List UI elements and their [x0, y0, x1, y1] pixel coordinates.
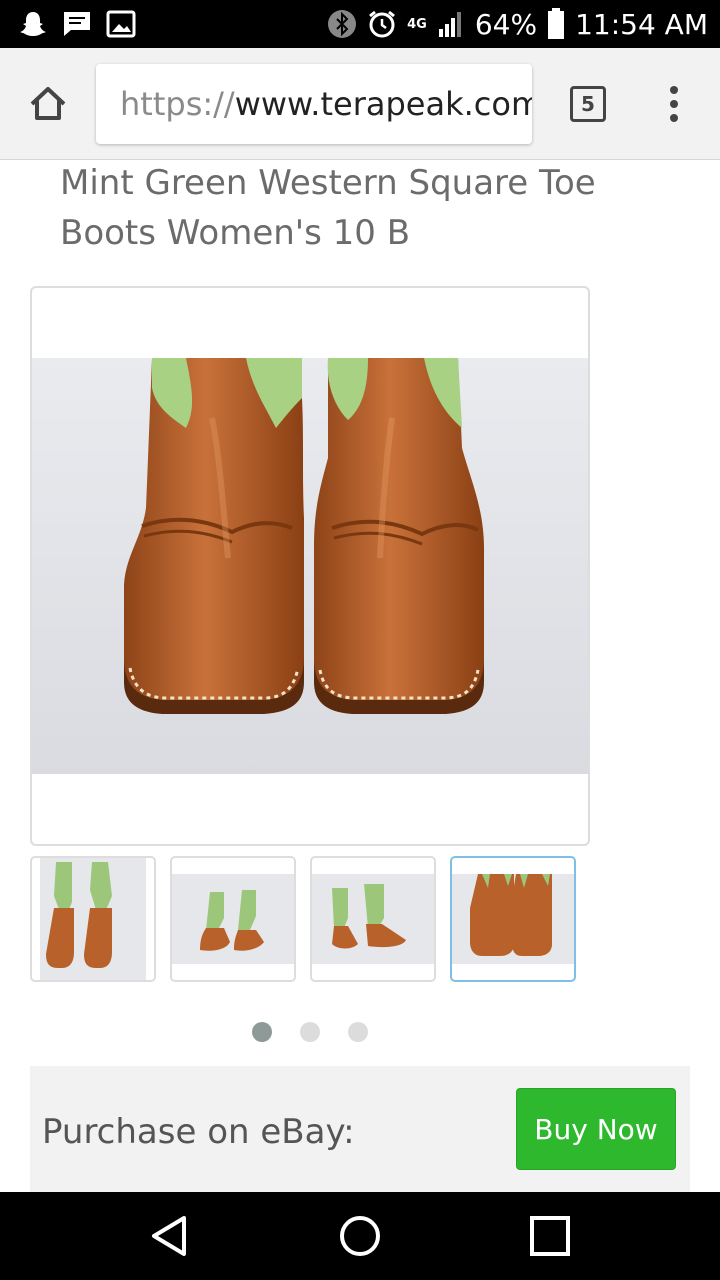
url-scheme: https:// [120, 85, 235, 123]
boots-photo [32, 358, 588, 774]
thumbnail-3[interactable] [310, 856, 436, 982]
message-icon [62, 9, 92, 39]
home-nav-icon[interactable] [336, 1212, 384, 1260]
buy-now-button[interactable]: Buy Now [516, 1088, 676, 1170]
pager-dot[interactable] [300, 1022, 320, 1042]
status-bar: 4G 64% 11:54 AM [0, 0, 720, 48]
alarm-icon [367, 9, 397, 39]
recents-icon[interactable] [526, 1212, 574, 1260]
tab-switcher-button[interactable]: 5 [570, 86, 606, 122]
boots-thumbnail-image [40, 858, 146, 980]
listing-title: Mint Green Western Square Toe Boots Wome… [60, 163, 596, 253]
battery-icon [547, 8, 565, 40]
signal-icon [437, 9, 465, 39]
thumbnail-4[interactable] [450, 856, 576, 982]
clock: 11:54 AM [575, 7, 708, 41]
navigation-bar [0, 1192, 720, 1280]
thumbnail-1[interactable] [30, 856, 156, 982]
main-product-image[interactable] [30, 286, 590, 846]
image-icon [106, 9, 136, 39]
pager-dot[interactable] [252, 1022, 272, 1042]
thumbnail-2[interactable] [170, 856, 296, 982]
pager-dot[interactable] [348, 1022, 368, 1042]
home-icon[interactable] [26, 82, 70, 126]
bluetooth-icon [327, 9, 357, 39]
browser-toolbar: https://www.terapeak.com/v 5 [0, 48, 720, 160]
purchase-panel: Purchase on eBay: Buy Now [30, 1066, 690, 1192]
back-icon[interactable] [146, 1212, 194, 1260]
network-type-icon: 4G [407, 16, 427, 32]
boots-thumbnail-image [452, 874, 574, 964]
boots-thumbnail-image [312, 874, 434, 964]
url-bar[interactable]: https://www.terapeak.com/v [96, 64, 532, 144]
battery-percent: 64% [474, 7, 538, 41]
overflow-menu-icon[interactable] [664, 82, 684, 126]
snapchat-icon [18, 9, 48, 39]
purchase-label: Purchase on eBay: [42, 1112, 355, 1152]
boots-thumbnail-image [172, 874, 294, 964]
url-host: www.terapeak.com [234, 85, 532, 123]
image-pager [252, 1022, 368, 1042]
